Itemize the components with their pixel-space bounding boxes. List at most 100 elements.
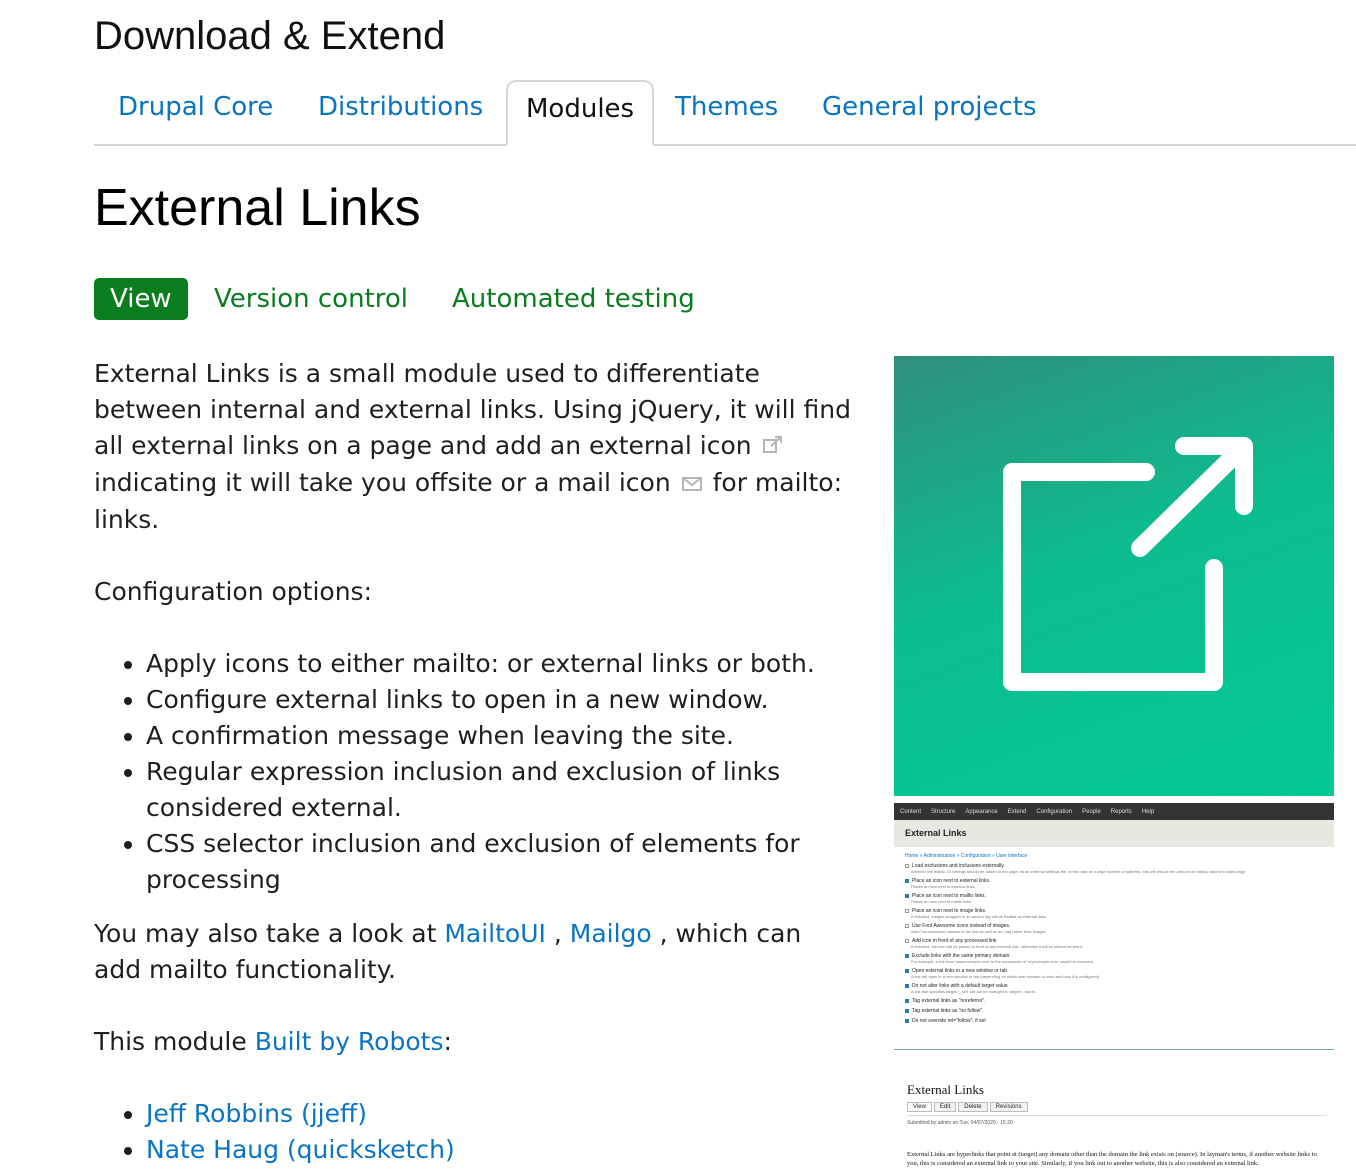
project-logo[interactable] xyxy=(894,356,1334,796)
page-title: External Links xyxy=(94,179,421,237)
screenshot-admin-settings[interactable]: Content Structure Appearance Extend Conf… xyxy=(894,803,1334,1050)
tab-themes[interactable]: Themes xyxy=(675,92,778,144)
authors-list: Jeff Robbins (jjeff) Nate Haug (quickske… xyxy=(146,1096,854,1168)
checkbox xyxy=(905,924,909,928)
admin-option-text: Tag external links as "no follow". xyxy=(912,1008,984,1014)
admin-option-description: Whether the extlink JS settings should b… xyxy=(911,869,1247,874)
toolbar-item: Content xyxy=(900,808,922,815)
toolbar-item: Appearance xyxy=(965,808,998,815)
built-by-robots-link[interactable]: Built by Robots xyxy=(255,1027,444,1056)
toolbar-item: Structure xyxy=(931,808,956,815)
project-type-tabs: Drupal Core Distributions Modules Themes… xyxy=(94,80,1356,146)
also-separator: , xyxy=(553,919,562,948)
section-title: Download & Extend xyxy=(94,14,446,58)
toolbar-item: Configuration xyxy=(1036,808,1073,815)
external-link-icon xyxy=(762,429,784,465)
author-link-jjeff[interactable]: Jeff Robbins (jjeff) xyxy=(146,1099,367,1128)
admin-option-description: If checked, the icon will be placed in f… xyxy=(911,944,1084,949)
admin-option: Add icon in front of any processed link I… xyxy=(894,936,1334,951)
admin-option-description: A link will open in a new window or tab … xyxy=(911,974,1101,979)
intro-text-2: indicating it will take you offsite or a… xyxy=(94,468,671,497)
toolbar-item: People xyxy=(1082,808,1101,815)
admin-page-title: External Links xyxy=(894,820,1334,847)
admin-option-description: A link that specifies target='_self' wil… xyxy=(911,989,1037,994)
tab-view[interactable]: View xyxy=(94,278,188,320)
admin-option: Place an icon next to image links. If che… xyxy=(894,906,1334,921)
tab-drupal-core[interactable]: Drupal Core xyxy=(118,92,273,144)
config-list: Apply icons to either mailto: or externa… xyxy=(146,646,854,898)
admin-option: Do not override rel="follow", if set xyxy=(894,1016,1334,1026)
tab-distributions[interactable]: Distributions xyxy=(318,92,483,144)
checkbox xyxy=(905,864,909,868)
admin-option: Do not alter links with a default target… xyxy=(894,981,1334,996)
admin-option-label: Tag external links as "noreferrer". xyxy=(905,998,1323,1004)
list-item: CSS selector inclusion and exclusion of … xyxy=(146,826,854,898)
admin-option-label: Do not override rel="follow", if set xyxy=(905,1018,1323,1024)
checkbox xyxy=(905,939,909,943)
also-paragraph: You may also take a look at MailtoUI , M… xyxy=(94,916,854,988)
intro-paragraph: External Links is a small module used to… xyxy=(94,356,854,538)
built-suffix: : xyxy=(443,1027,452,1056)
built-by-paragraph: This module Built by Robots: xyxy=(94,1024,854,1060)
also-prefix: You may also take a look at xyxy=(94,919,437,948)
screenshot-node-view[interactable]: External Links View Edit Delete Revision… xyxy=(894,1074,1334,1176)
project-description: External Links is a small module used to… xyxy=(94,356,854,1176)
config-heading: Configuration options: xyxy=(94,577,372,606)
list-item: Apply icons to either mailto: or externa… xyxy=(146,646,854,682)
admin-option: Tag external links as "no follow". xyxy=(894,1006,1334,1016)
intro-text-1: External Links is a small module used to… xyxy=(94,359,851,460)
admin-option-description: Add Font Awesome classes to the link as … xyxy=(911,929,1047,934)
admin-option-label: Tag external links as "no follow". xyxy=(905,1008,1323,1014)
node-tab: Delete xyxy=(958,1102,988,1112)
checkbox xyxy=(905,999,909,1003)
checkbox xyxy=(905,954,909,958)
admin-option: Place an icon next to mailto links. Place… xyxy=(894,891,1334,906)
submitted-info: Submitted by admin on Tue, 04/07/2020 - … xyxy=(907,1120,1013,1126)
list-item: Nate Haug (quicksketch) xyxy=(146,1132,854,1168)
divider xyxy=(907,1115,1327,1116)
admin-option: Open external links in a new window or t… xyxy=(894,966,1334,981)
checkbox xyxy=(905,969,909,973)
admin-option-description: If checked, images wrapped in an anchor … xyxy=(911,914,1048,919)
node-tab: Edit xyxy=(933,1102,957,1112)
mailgo-link[interactable]: Mailgo xyxy=(570,919,652,948)
admin-options-list: Load exclusions and inclusions externall… xyxy=(894,861,1334,1026)
mail-icon xyxy=(681,466,703,502)
external-link-icon xyxy=(1003,437,1253,691)
checkbox xyxy=(905,909,909,913)
node-title: External Links xyxy=(907,1082,984,1097)
admin-option-description: For example, a link from 'www.example.co… xyxy=(911,959,1095,964)
admin-option-text: Do not override rel="follow", if set xyxy=(912,1018,986,1024)
admin-option: Use Font Awesome icons instead of images… xyxy=(894,921,1334,936)
tab-general-projects[interactable]: General projects xyxy=(822,92,1037,144)
checkbox xyxy=(905,1009,909,1013)
tab-modules[interactable]: Modules xyxy=(506,80,655,146)
list-item: A confirmation message when leaving the … xyxy=(146,718,854,754)
list-item: Jeff Robbins (jjeff) xyxy=(146,1096,854,1132)
tab-version-control[interactable]: Version control xyxy=(214,278,408,320)
admin-option: Tag external links as "noreferrer". xyxy=(894,996,1334,1006)
admin-option: Place an icon next to external links. Pla… xyxy=(894,876,1334,891)
checkbox xyxy=(905,1019,909,1023)
tab-automated-testing[interactable]: Automated testing xyxy=(452,278,695,320)
admin-toolbar: Content Structure Appearance Extend Conf… xyxy=(894,803,1334,820)
list-item: Regular expression inclusion and exclusi… xyxy=(146,754,854,826)
checkbox xyxy=(905,984,909,988)
checkbox xyxy=(905,879,909,883)
toolbar-item: Extend xyxy=(1007,808,1027,815)
toolbar-item: Reports xyxy=(1110,808,1132,815)
admin-option-description: Places an icon next to external links. xyxy=(911,884,976,889)
node-tab: View xyxy=(907,1102,932,1112)
list-item: Configure external links to open in a ne… xyxy=(146,682,854,718)
author-link-quicksketch[interactable]: Nate Haug (quicksketch) xyxy=(146,1135,455,1164)
admin-option-text: Tag external links as "noreferrer". xyxy=(912,998,986,1004)
node-tabs: View Edit Delete Revisions xyxy=(907,1102,1028,1112)
node-body: External Links are hyperlinks that point… xyxy=(907,1151,1317,1167)
toolbar-item: Help xyxy=(1141,808,1155,815)
admin-option-description: Places an icon next to mailto links. xyxy=(911,899,973,904)
mailtoui-link[interactable]: MailtoUI xyxy=(444,919,546,948)
admin-option: Exclude links with the same primary doma… xyxy=(894,951,1334,966)
admin-option: Load exclusions and inclusions externall… xyxy=(894,861,1334,876)
checkbox xyxy=(905,894,909,898)
breadcrumb: Home » Administration » Configuration » … xyxy=(905,853,1028,859)
